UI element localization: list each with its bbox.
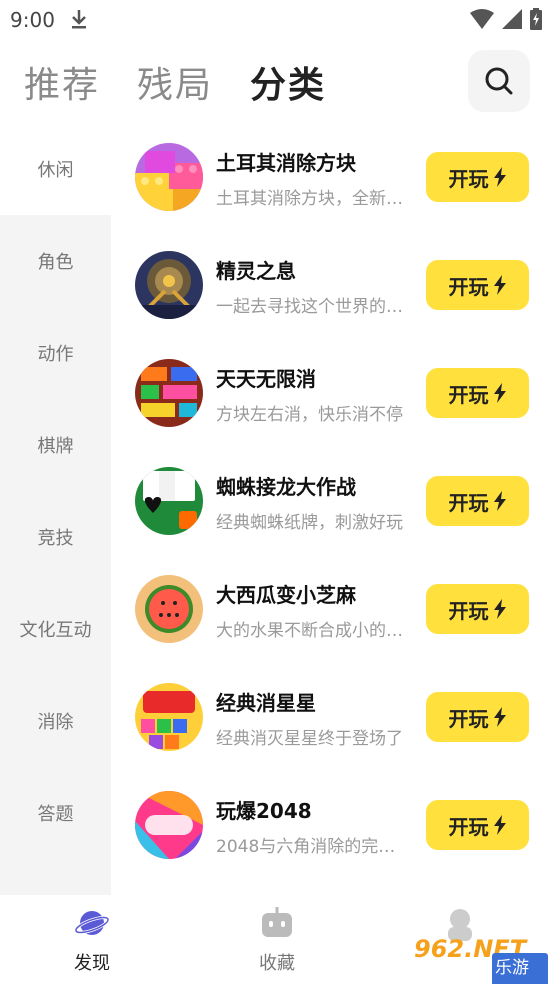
lightning-icon: [493, 383, 506, 403]
game-desc: 方块左右消，快乐消不停: [216, 405, 403, 425]
game-desc: 一起去寻找这个世界的秘密吧: [216, 297, 406, 317]
signal-icon: [502, 9, 522, 29]
tab-recommend[interactable]: 推荐: [24, 56, 100, 108]
battery-icon: [530, 8, 542, 30]
sidebar-item-match[interactable]: 消除: [0, 675, 111, 767]
lightning-icon: [493, 491, 506, 511]
planet-icon: [74, 911, 110, 935]
game-title: 大西瓜变小芝麻: [216, 583, 356, 607]
watermelon-icon: [135, 575, 203, 643]
play-label: 开玩: [448, 166, 489, 191]
sidebar-item-culture[interactable]: 文化互动: [0, 583, 111, 675]
game-row[interactable]: 蜘蛛接龙大作战 经典蜘蛛纸牌，刺激好玩 开玩: [111, 447, 554, 555]
game-desc: 大的水果不断合成小的水果: [216, 621, 406, 641]
play-button[interactable]: 开玩: [426, 368, 529, 418]
play-button[interactable]: 开玩: [426, 800, 529, 850]
play-button[interactable]: 开玩: [426, 476, 529, 526]
game-desc: 2048与六角消除的完美结合: [216, 837, 406, 857]
wifi-icon: [470, 9, 494, 29]
play-button[interactable]: 开玩: [426, 584, 529, 634]
game-list: 土耳其消除方块 土耳其消除方块，全新的消除玩法 开玩 精灵之息 一起去寻找这个世…: [111, 123, 554, 895]
play-label: 开玩: [448, 490, 489, 515]
play-button[interactable]: 开玩: [426, 152, 529, 202]
sidebar-item-board[interactable]: 棋牌: [0, 399, 111, 491]
category-sidebar: 休闲 角色 动作 棋牌 竞技 文化互动 消除 答题: [0, 123, 111, 895]
download-icon: [72, 10, 86, 29]
game-title: 经典消星星: [216, 691, 316, 715]
search-icon: [485, 67, 513, 95]
play-button[interactable]: 开玩: [426, 260, 529, 310]
watermark-sub: 乐游网: [492, 953, 548, 984]
sidebar-item-quiz[interactable]: 答题: [0, 767, 111, 859]
watermark-logo: 962.NET 乐游网: [414, 935, 548, 984]
spider-cards-icon: [135, 467, 203, 535]
play-label: 开玩: [448, 598, 489, 623]
search-button[interactable]: [468, 50, 530, 112]
game-title: 精灵之息: [216, 259, 296, 283]
2048-ball-icon: [135, 791, 203, 859]
sidebar-item-label: 文化互动: [19, 620, 92, 641]
game-desc: 经典蜘蛛纸牌，刺激好玩: [216, 513, 403, 533]
game-title: 玩爆2048: [216, 799, 312, 823]
sidebar-item-label: 答题: [37, 804, 74, 825]
tab-category[interactable]: 分类: [250, 56, 326, 108]
sidebar-item-action[interactable]: 动作: [0, 307, 111, 399]
game-title: 蜘蛛接龙大作战: [216, 475, 356, 499]
lightning-icon: [493, 599, 506, 619]
lightning-icon: [493, 707, 506, 727]
spirit-gate-icon: [135, 251, 203, 319]
star-crush-icon: [135, 683, 203, 751]
play-label: 开玩: [448, 274, 489, 299]
play-label: 开玩: [448, 814, 489, 839]
status-time: 9:00: [10, 8, 55, 32]
sidebar-item-label: 休闲: [37, 160, 74, 181]
sidebar-item-label: 角色: [37, 252, 74, 273]
status-bar: 9:00: [0, 0, 554, 38]
sidebar-item-competitive[interactable]: 竞技: [0, 491, 111, 583]
game-row[interactable]: 大西瓜变小芝麻 大的水果不断合成小的水果 开玩: [111, 555, 554, 663]
game-row[interactable]: 经典消星星 经典消灭星星终于登场了 开玩: [111, 663, 554, 771]
lego-blocks-icon: [135, 143, 203, 211]
game-desc: 土耳其消除方块，全新的消除玩法: [216, 189, 406, 209]
game-title: 土耳其消除方块: [216, 151, 356, 175]
game-row[interactable]: 玩爆2048 2048与六角消除的完美结合 开玩: [111, 771, 554, 879]
play-label: 开玩: [448, 706, 489, 731]
lightning-icon: [493, 815, 506, 835]
nav-label: 发现: [74, 953, 110, 974]
game-row[interactable]: 土耳其消除方块 土耳其消除方块，全新的消除玩法 开玩: [111, 123, 554, 231]
play-label: 开玩: [448, 382, 489, 407]
color-bricks-icon: [135, 359, 203, 427]
sidebar-item-role[interactable]: 角色: [0, 215, 111, 307]
status-icons: [470, 8, 542, 30]
nav-favorites[interactable]: 收藏: [232, 905, 322, 977]
robot-icon: [262, 907, 292, 937]
nav-label: 收藏: [259, 953, 295, 974]
sidebar-item-label: 竞技: [37, 528, 74, 549]
sidebar-item-label: 动作: [37, 344, 74, 365]
game-desc: 经典消灭星星终于登场了: [216, 729, 403, 749]
nav-discover[interactable]: 发现: [47, 905, 137, 977]
game-row[interactable]: 精灵之息 一起去寻找这个世界的秘密吧 开玩: [111, 231, 554, 339]
tab-endgame[interactable]: 残局: [137, 56, 213, 108]
lightning-icon: [493, 167, 506, 187]
sidebar-item-label: 棋牌: [37, 436, 74, 457]
top-tabs: 推荐 残局 分类: [0, 50, 554, 114]
game-row[interactable]: 天天无限消 方块左右消，快乐消不停 开玩: [111, 339, 554, 447]
lightning-icon: [493, 275, 506, 295]
sidebar-item-label: 消除: [37, 712, 74, 733]
sidebar-item-casual[interactable]: 休闲: [0, 123, 111, 215]
play-button[interactable]: 开玩: [426, 692, 529, 742]
game-title: 天天无限消: [216, 367, 316, 391]
